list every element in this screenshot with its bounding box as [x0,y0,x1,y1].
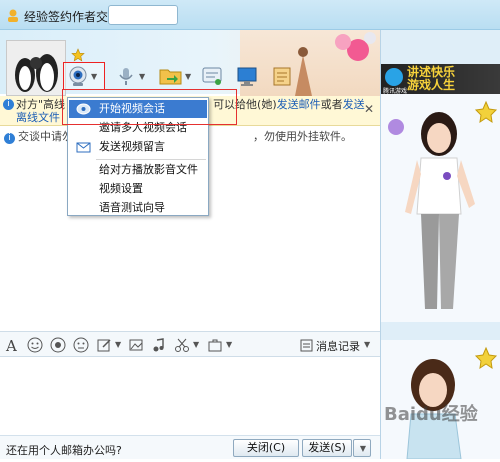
menu-item-label: 发送视频留言 [99,140,165,153]
menu-separator [96,159,206,160]
send-email-link[interactable]: 发送邮件 [277,98,321,111]
message-icon [202,67,222,85]
star-icon[interactable] [71,48,85,62]
notebook-icon [273,67,291,86]
warning-suffix: ，勿使用外挂软件。 [253,130,352,143]
message-input[interactable] [0,357,380,435]
menu-item-label: 给对方播放影音文件 [99,163,198,176]
close-button[interactable]: 关闭(C) [233,439,299,457]
monitor-icon [237,67,257,86]
file-transfer-button[interactable]: ▼ [156,62,196,90]
offline-file-link[interactable]: 离线文件 [16,111,60,124]
history-icon[interactable] [300,339,313,352]
video-dropdown-menu: 开始视频会话 邀请多人视频会话 发送视频留言 给对方播放影音文件 视频设置 语音… [67,97,209,216]
font-icon[interactable]: A [4,337,20,353]
chevron-down-icon[interactable]: ▼ [364,340,370,349]
warning-prefix: 交谈中请勿 [18,130,73,143]
close-icon[interactable]: ✕ [364,102,374,116]
chevron-down-icon[interactable]: ▼ [185,72,191,81]
title-input[interactable] [108,5,178,25]
menu-item-voice-wizard[interactable]: 语音测试向导 [69,199,207,217]
avatar-show-panel[interactable] [381,94,500,322]
menu-item-label: 语音测试向导 [99,201,165,214]
magic-emoji-icon[interactable] [50,337,66,353]
music-icon[interactable] [151,337,167,353]
message-history-button[interactable]: 消息记录 [316,338,360,354]
briefcase-icon[interactable] [207,337,223,353]
menu-item-video-message[interactable]: 发送视频留言 [69,138,207,156]
scissors-icon[interactable] [174,337,190,353]
menu-item-label: 开始视频会话 [99,102,165,115]
svg-text:A: A [5,337,17,353]
folder-send-icon [159,69,182,85]
chevron-down-icon[interactable]: ▼ [226,340,232,349]
info-icon: i [4,133,15,144]
emoji-icon[interactable] [27,337,43,353]
chevron-down-icon: ▼ [359,444,367,453]
menu-item-invite-multi[interactable]: 邀请多人视频会话 [69,119,207,137]
format-toolbar: A ▼ ▼ ▼ 消息记录 ▼ [0,331,380,357]
ad-title-line2: 游戏人生 [407,78,456,92]
title-bar: 经验签约作者交 [0,0,500,30]
send-link[interactable]: 发送 [343,98,365,111]
apps-button[interactable] [271,62,295,90]
chevron-down-icon[interactable]: ▼ [139,72,145,81]
menu-item-video-settings[interactable]: 视频设置 [69,180,207,198]
chat-toolbar: ▼ ▼ ▼ [0,62,380,96]
voice-button[interactable]: ▼ [112,62,152,90]
avatar-figure-image [388,100,498,309]
remote-desktop-button[interactable] [236,62,260,90]
tencent-games-logo [385,68,403,86]
send-options-button[interactable]: ▼ [353,439,371,457]
image-icon[interactable] [128,337,144,353]
game-ad-banner[interactable]: 腾讯游戏 讲述快乐 游戏人生 [381,64,500,95]
edit-icon[interactable] [96,337,112,353]
menu-item-label: 邀请多人视频会话 [99,121,187,134]
chevron-down-icon[interactable]: ▼ [115,340,121,349]
video-button[interactable]: ▼ [63,62,105,90]
ad-title: 讲述快乐 游戏人生 [407,66,455,92]
webcam-icon [69,66,87,86]
promo-text[interactable]: 还在用个人邮箱办公吗? [6,442,122,458]
info-prefix: 对方"高线 [16,98,66,111]
watermark: Baidu经验 [384,404,478,425]
sms-button[interactable] [201,62,225,90]
contact-icon [8,9,18,22]
info-or: 或者 [320,98,343,111]
microphone-icon [119,68,133,85]
menu-item-start-video[interactable]: 开始视频会话 [69,100,207,118]
mail-icon [76,142,91,153]
menu-item-label: 视频设置 [99,182,143,195]
right-panel: 腾讯游戏 讲述快乐 游戏人生 [380,30,500,460]
info-mid: 可以给他(她) [213,98,277,111]
chevron-down-icon[interactable]: ▼ [193,340,199,349]
chevron-down-icon[interactable]: ▼ [91,72,97,81]
info-icon: i [3,99,14,110]
menu-item-play-media[interactable]: 给对方播放影音文件 [69,161,207,179]
video-chat-icon [76,103,91,115]
window-title: 经验签约作者交 [24,10,109,24]
nudge-icon[interactable] [73,337,89,353]
bottom-bar: 还在用个人邮箱办公吗? 关闭(C) 发送(S) ▼ [0,435,380,459]
ad-title-line1: 讲述快乐 [407,65,456,79]
send-button[interactable]: 发送(S) [302,439,352,457]
